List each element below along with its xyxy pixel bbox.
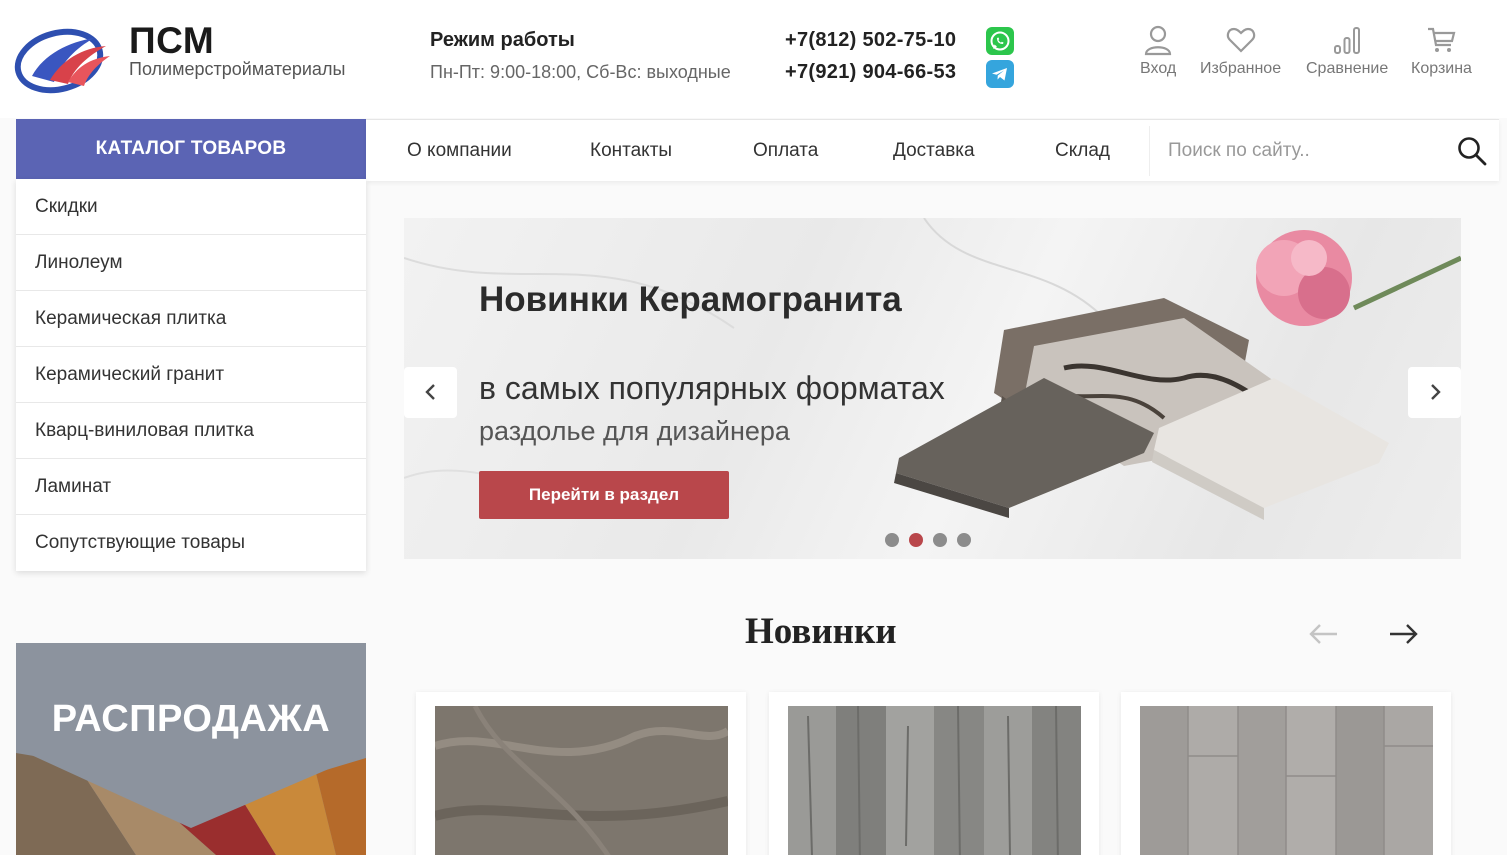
telegram-icon[interactable]: [986, 60, 1014, 88]
phone-link-1[interactable]: +7(812) 502-75-10: [785, 29, 956, 52]
cart-label: Корзина: [1411, 60, 1472, 77]
category-sidebar: Скидки Линолеум Керамическая плитка Кера…: [16, 179, 366, 571]
sidebar-item-linoleum[interactable]: Линолеум: [16, 235, 366, 291]
sale-banner[interactable]: РАСПРОДАЖА: [16, 643, 366, 855]
hero-slider: Новинки Керамогранита в самых популярных…: [404, 218, 1461, 559]
brand-name[interactable]: ПСМ: [129, 20, 214, 62]
sidebar-item-ceramic-granite[interactable]: Керамический гранит: [16, 347, 366, 403]
product-image: [788, 706, 1081, 855]
slider-dot-active[interactable]: [909, 533, 923, 547]
compare-label: Сравнение: [1306, 60, 1389, 77]
search-icon[interactable]: [1456, 135, 1488, 167]
slider-dot[interactable]: [933, 533, 947, 547]
logo-icon[interactable]: [14, 24, 112, 96]
nav-item-payment[interactable]: Оплата: [753, 140, 818, 162]
wood-planks-image: [16, 643, 366, 855]
arrow-left-icon[interactable]: [1309, 618, 1339, 650]
cart-icon: [1428, 27, 1456, 52]
go-to-section-button[interactable]: Перейти в раздел: [479, 471, 729, 519]
sidebar-item-quartz-vinyl[interactable]: Кварц-виниловая плитка: [16, 403, 366, 459]
main-nav: О компании Контакты Оплата Доставка Скла…: [366, 119, 1499, 181]
product-card[interactable]: [1121, 692, 1451, 855]
chevron-left-icon: [425, 384, 435, 400]
favorites-label: Избранное: [1200, 60, 1282, 77]
catalog-button[interactable]: КАТАЛОГ ТОВАРОВ: [16, 119, 366, 179]
banner-subtitle-1: в самых популярных форматах: [479, 370, 945, 406]
whatsapp-icon[interactable]: [986, 27, 1014, 55]
arrow-right-icon[interactable]: [1388, 618, 1418, 650]
product-image: [435, 706, 728, 855]
slider-dot[interactable]: [957, 533, 971, 547]
sidebar-item-ceramic-tile[interactable]: Керамическая плитка: [16, 291, 366, 347]
brand-subtitle: Полимерстройматериалы: [129, 59, 346, 79]
slider-prev-button[interactable]: [404, 367, 457, 418]
sale-title: РАСПРОДАЖА: [51, 698, 331, 740]
nav-item-about[interactable]: О компании: [407, 140, 512, 162]
product-card[interactable]: [416, 692, 746, 855]
nav-item-warehouse[interactable]: Склад: [1055, 140, 1110, 162]
banner-subtitle-2: раздолье для дизайнера: [479, 416, 790, 446]
sidebar-item-accessories[interactable]: Сопутствующие товары: [16, 515, 366, 571]
slider-next-button[interactable]: [1408, 367, 1461, 418]
product-image: [1140, 706, 1433, 855]
cart-button[interactable]: Корзина: [1411, 24, 1472, 78]
search-box: [1149, 126, 1499, 176]
heart-icon: [1226, 27, 1255, 53]
search-input[interactable]: [1150, 126, 1440, 176]
login-label: Вход: [1140, 60, 1177, 77]
chevron-right-icon: [1431, 384, 1441, 400]
product-card[interactable]: [769, 692, 1099, 855]
working-hours-text: Пн-Пт: 9:00-18:00, Сб-Вс: выходные: [430, 62, 731, 82]
site-header: ПСМ Полимерстройматериалы Режим работы П…: [0, 0, 1507, 118]
sidebar-item-discounts[interactable]: Скидки: [16, 179, 366, 235]
nav-item-delivery[interactable]: Доставка: [893, 140, 975, 162]
working-hours-title: Режим работы: [430, 29, 575, 51]
favorites-button[interactable]: Избранное: [1200, 24, 1281, 78]
slider-dot[interactable]: [885, 533, 899, 547]
nav-item-contacts[interactable]: Контакты: [590, 140, 672, 162]
compare-button[interactable]: Сравнение: [1306, 24, 1388, 78]
new-items-title: Новинки: [745, 611, 897, 652]
login-button[interactable]: Вход: [1140, 24, 1176, 78]
compare-icon: [1334, 27, 1361, 54]
user-icon: [1144, 25, 1172, 56]
sidebar-item-laminate[interactable]: Ламинат: [16, 459, 366, 515]
phone-link-2[interactable]: +7(921) 904-66-53: [785, 61, 956, 84]
banner-title: Новинки Керамогранита: [479, 280, 902, 319]
